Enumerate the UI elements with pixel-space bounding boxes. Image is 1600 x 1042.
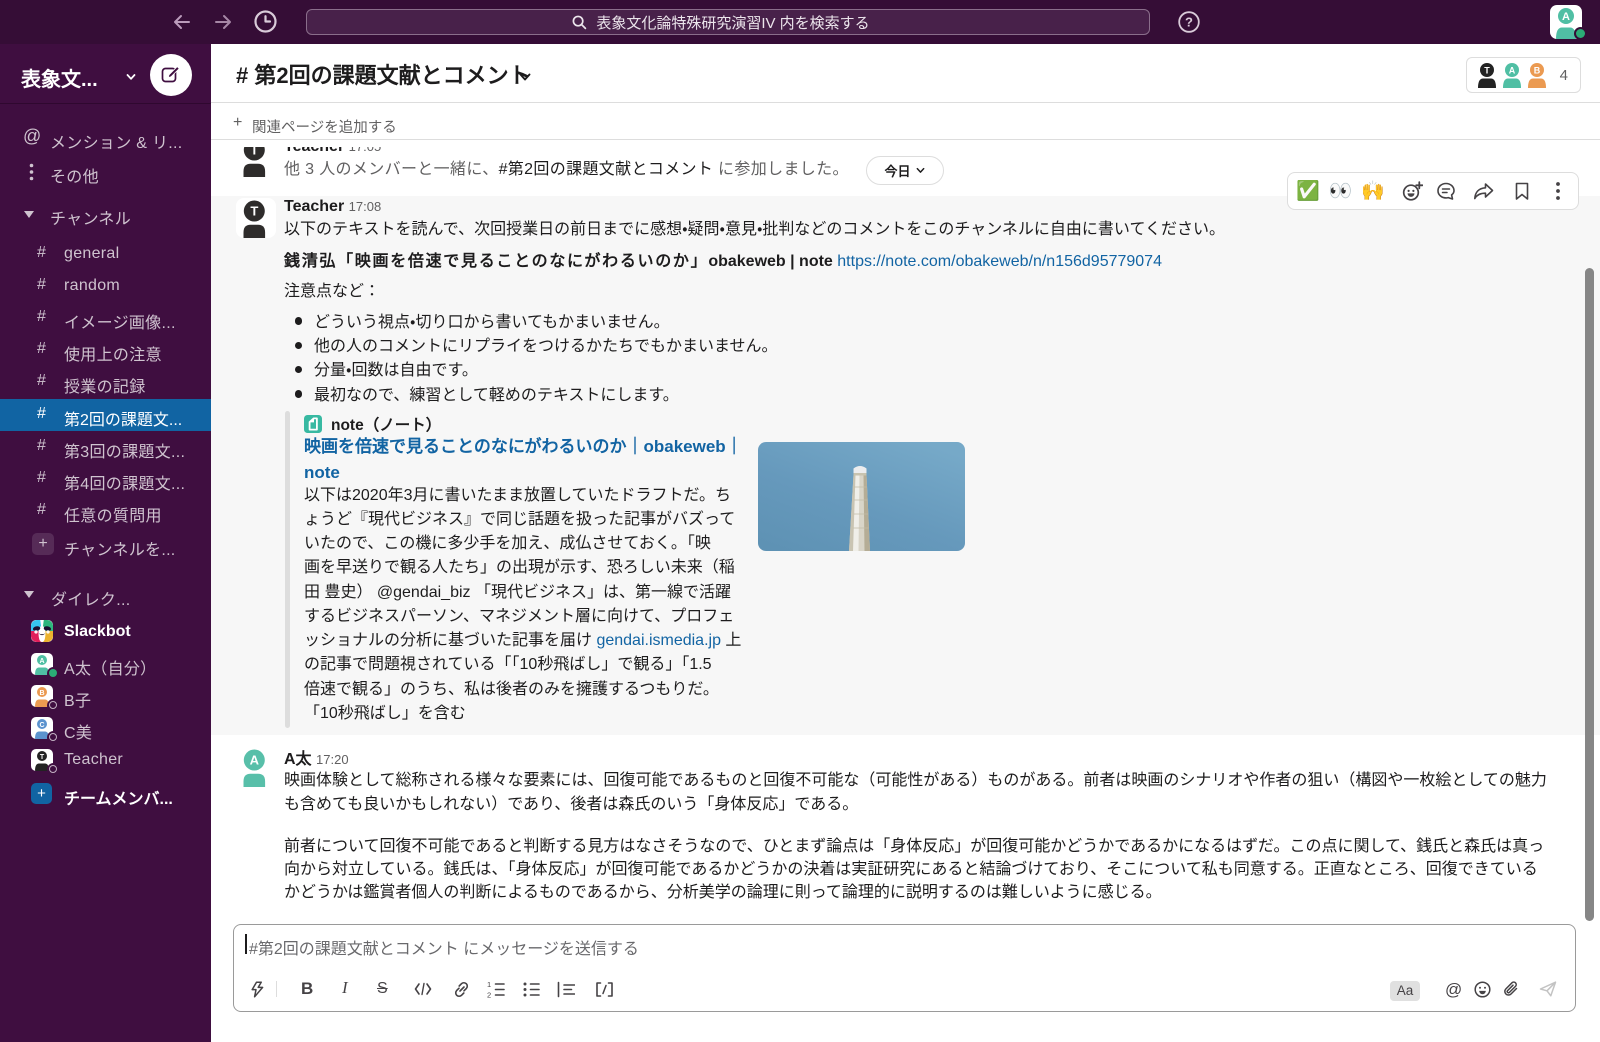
svg-text:T: T (1484, 66, 1490, 76)
svg-text:A: A (1508, 66, 1515, 76)
svg-text:A: A (1562, 11, 1570, 23)
svg-text:1: 1 (487, 981, 491, 989)
svg-text:T: T (250, 147, 258, 158)
svg-text:T: T (250, 203, 258, 218)
svg-text:B: B (1533, 66, 1540, 76)
svg-text:?: ? (1185, 15, 1193, 30)
svg-text:2: 2 (487, 991, 491, 999)
svg-text:A: A (250, 752, 260, 767)
